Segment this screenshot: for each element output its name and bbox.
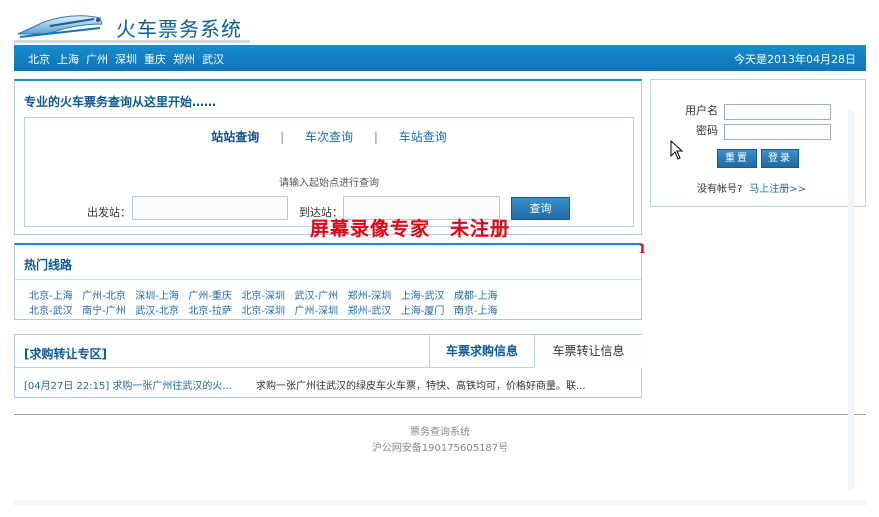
search-tabs: 站站查询 | 车次查询 | 车站查询 xyxy=(25,128,633,145)
route-link[interactable]: 成都-上海 xyxy=(454,289,498,304)
tab-station-to-station[interactable]: 站站查询 xyxy=(211,128,259,145)
hot-routes-list: 北京-上海 广州-北京 深圳-上海 广州-重庆 北京-深圳 武汉-广州 郑州-深… xyxy=(29,289,629,319)
header-underline xyxy=(14,40,250,43)
route-link[interactable]: 北京-深圳 xyxy=(241,289,285,304)
password-input[interactable] xyxy=(724,124,831,140)
tab-separator: | xyxy=(280,130,285,144)
mouse-cursor-icon xyxy=(670,140,684,160)
route-link[interactable]: 广州-北京 xyxy=(82,289,126,304)
route-link[interactable]: 广州-重庆 xyxy=(188,289,232,304)
register-row: 没有帐号? 马上注册>> xyxy=(697,180,806,195)
route-link[interactable]: 郑州-武汉 xyxy=(348,304,392,319)
tab-separator: | xyxy=(373,130,378,144)
tab-ticket-wanted[interactable]: 车票求购信息 xyxy=(429,335,534,368)
today-date: 今天是2013年04月28日 xyxy=(734,53,856,66)
tab-ticket-for-sale[interactable]: 车票转让信息 xyxy=(534,335,642,368)
route-link[interactable]: 上海-武汉 xyxy=(401,289,445,304)
nav-city-shenzhen[interactable]: 深圳 xyxy=(115,51,137,67)
search-panel: 专业的火车票务查询从这里开始…… 站站查询 | 车次查询 | 车站查询 请输入起… xyxy=(14,79,642,235)
divider xyxy=(15,279,641,280)
route-link[interactable]: 北京-上海 xyxy=(29,289,73,304)
route-link[interactable]: 北京-武汉 xyxy=(29,304,73,319)
city-links: 北京 上海 广州 深圳 重庆 郑州 武汉 xyxy=(28,51,231,67)
nav-city-shanghai[interactable]: 上海 xyxy=(57,51,79,67)
reset-button[interactable]: 重置 xyxy=(717,149,757,168)
transfer-item-link[interactable]: [04月27日 22:15] 求购一张广州往武汉的火... xyxy=(24,377,232,392)
password-label: 密码 xyxy=(696,124,718,137)
no-account-text: 没有帐号? xyxy=(697,184,743,195)
from-station-input[interactable] xyxy=(132,196,288,220)
from-station-label: 出发站： xyxy=(87,206,131,219)
route-link[interactable]: 广州-深圳 xyxy=(295,304,339,319)
register-link[interactable]: 马上注册>> xyxy=(749,184,806,195)
tab-train-number[interactable]: 车次查询 xyxy=(305,128,353,145)
route-link[interactable]: 武汉-广州 xyxy=(295,289,339,304)
username-label: 用户名 xyxy=(685,104,718,117)
red-mark: 1 xyxy=(638,242,647,256)
nav-city-guangzhou[interactable]: 广州 xyxy=(86,51,108,67)
recorder-watermark: 屏幕录像专家 未注册 xyxy=(310,218,511,240)
train-logo-icon xyxy=(17,15,103,38)
hot-routes-panel: 热门线路 北京-上海 广州-北京 深圳-上海 广州-重庆 北京-深圳 武汉-广州… xyxy=(14,243,642,320)
hot-routes-title: 热门线路 xyxy=(24,258,73,272)
site-title: 火车票务系统 xyxy=(116,17,242,41)
ticket-transfer-panel: [求购转让专区] 车票求购信息 车票转让信息 [04月27日 22:15] 求购… xyxy=(14,334,642,398)
route-link[interactable]: 郑州-深圳 xyxy=(348,289,392,304)
nav-city-zhengzhou[interactable]: 郑州 xyxy=(173,51,195,67)
nav-city-chongqing[interactable]: 重庆 xyxy=(144,51,166,67)
footer-icp-record: 沪公网安备190175605187号 xyxy=(371,443,509,454)
login-button[interactable]: 登录 xyxy=(761,149,799,168)
search-panel-title: 专业的火车票务查询从这里开始…… xyxy=(24,95,217,109)
page-bottom-strip xyxy=(14,500,866,506)
tab-station[interactable]: 车站查询 xyxy=(399,128,447,145)
transfer-panel-title: [求购转让专区] xyxy=(24,347,107,361)
search-box: 站站查询 | 车次查询 | 车站查询 请输入起始点进行查询 出发站： 到达站： … xyxy=(24,117,634,227)
page-edge-strip xyxy=(848,110,854,490)
nav-city-wuhan[interactable]: 武汉 xyxy=(202,51,224,67)
route-link[interactable]: 深圳-上海 xyxy=(135,289,179,304)
username-input[interactable] xyxy=(724,104,831,120)
nav-city-beijing[interactable]: 北京 xyxy=(28,51,50,67)
search-button[interactable]: 查询 xyxy=(511,197,570,220)
search-hint: 请输入起始点进行查询 xyxy=(279,178,379,189)
route-link[interactable]: 北京-深圳 xyxy=(241,304,285,319)
route-link[interactable]: 北京-拉萨 xyxy=(188,304,232,319)
footer-system-name: 票务查询系统 xyxy=(410,427,470,438)
footer-divider xyxy=(14,414,866,415)
route-link[interactable]: 南宁-广州 xyxy=(82,304,126,319)
transfer-item-description: 求购一张广州往武汉的绿皮车火车票，特快、高铁均可，价格好商量。联... xyxy=(256,381,586,392)
route-link[interactable]: 武汉-北京 xyxy=(135,304,179,319)
route-link[interactable]: 上海-厦门 xyxy=(401,304,445,319)
route-link[interactable]: 南京-上海 xyxy=(454,304,498,319)
city-nav-bar: 北京 上海 广州 深圳 重庆 郑州 武汉 今天是2013年04月28日 xyxy=(14,45,866,71)
header: 火车票务系统 xyxy=(0,0,879,45)
transfer-panel-header: [求购转让专区] 车票求购信息 车票转让信息 xyxy=(15,335,642,368)
